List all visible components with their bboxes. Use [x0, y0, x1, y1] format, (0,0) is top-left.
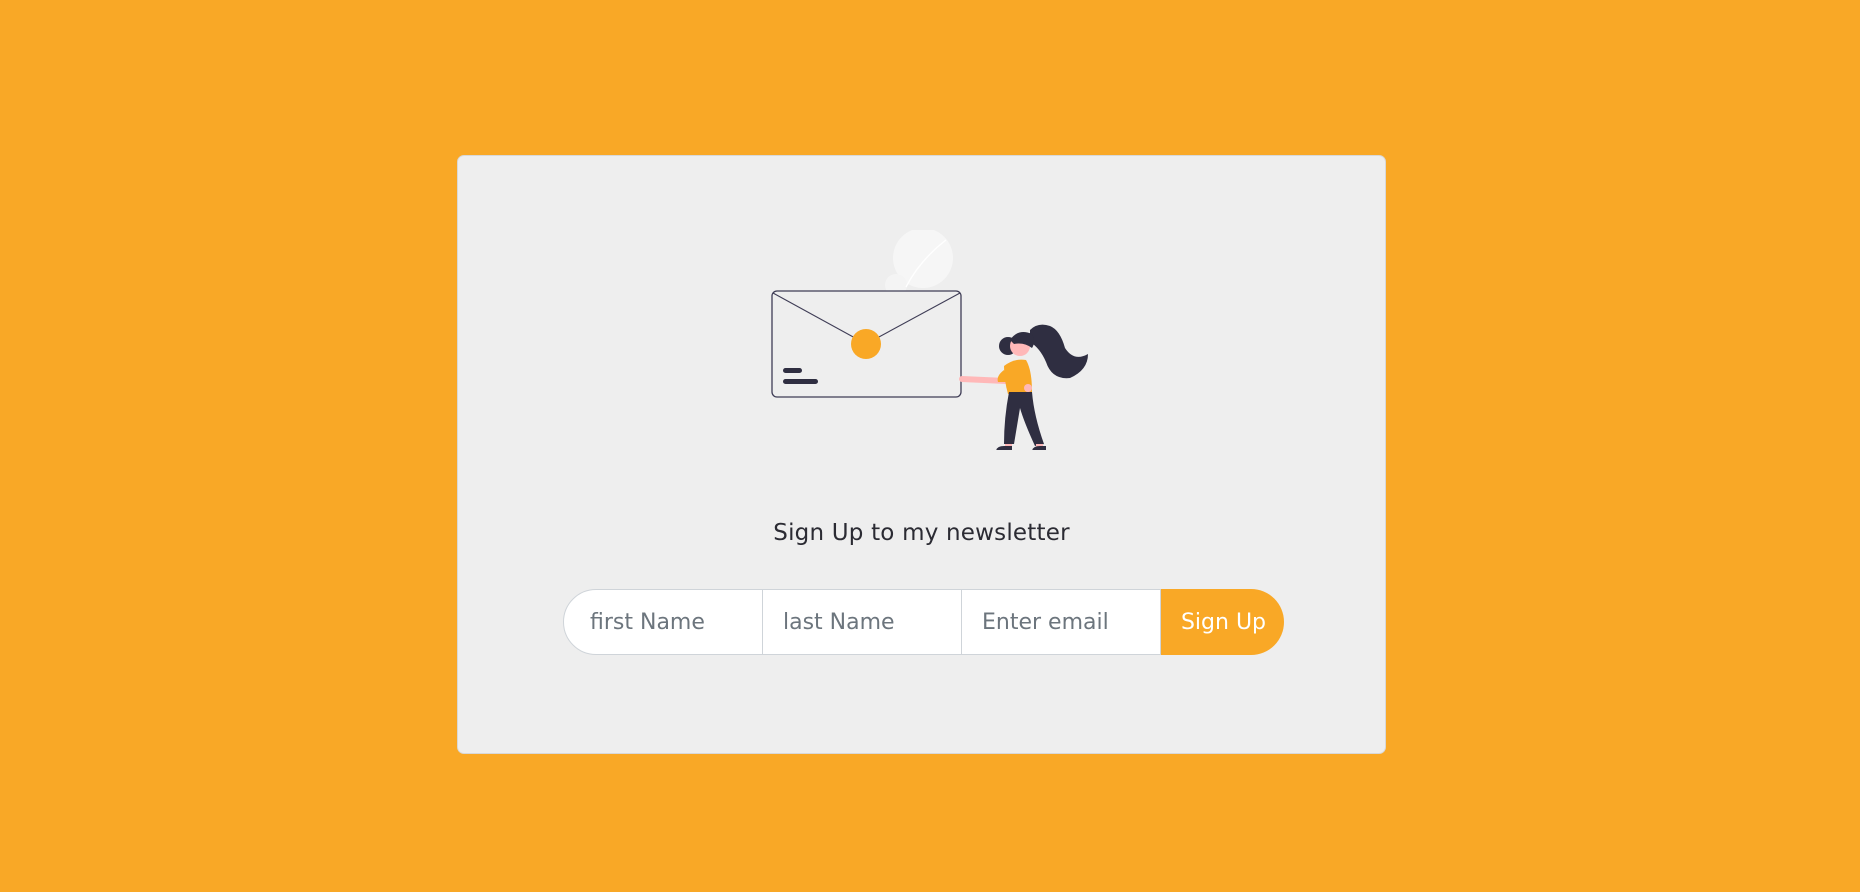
woman-figure-icon [959, 324, 1088, 450]
envelope-icon [771, 290, 962, 398]
leaf-decoration-icon [885, 230, 953, 296]
newsletter-headline: Sign Up to my newsletter [773, 520, 1070, 546]
page-background: { "colors": { "background": "#F9A826", "… [0, 0, 1860, 892]
woman-holding-envelope-illustration [771, 230, 1088, 450]
newsletter-card: Sign Up to my newsletter Sign Up [457, 155, 1386, 754]
first-name-input[interactable] [563, 589, 763, 655]
sign-up-button[interactable]: Sign Up [1161, 589, 1284, 655]
email-input[interactable] [962, 589, 1161, 655]
last-name-input[interactable] [763, 589, 962, 655]
newsletter-signup-form: Sign Up [563, 589, 1284, 655]
